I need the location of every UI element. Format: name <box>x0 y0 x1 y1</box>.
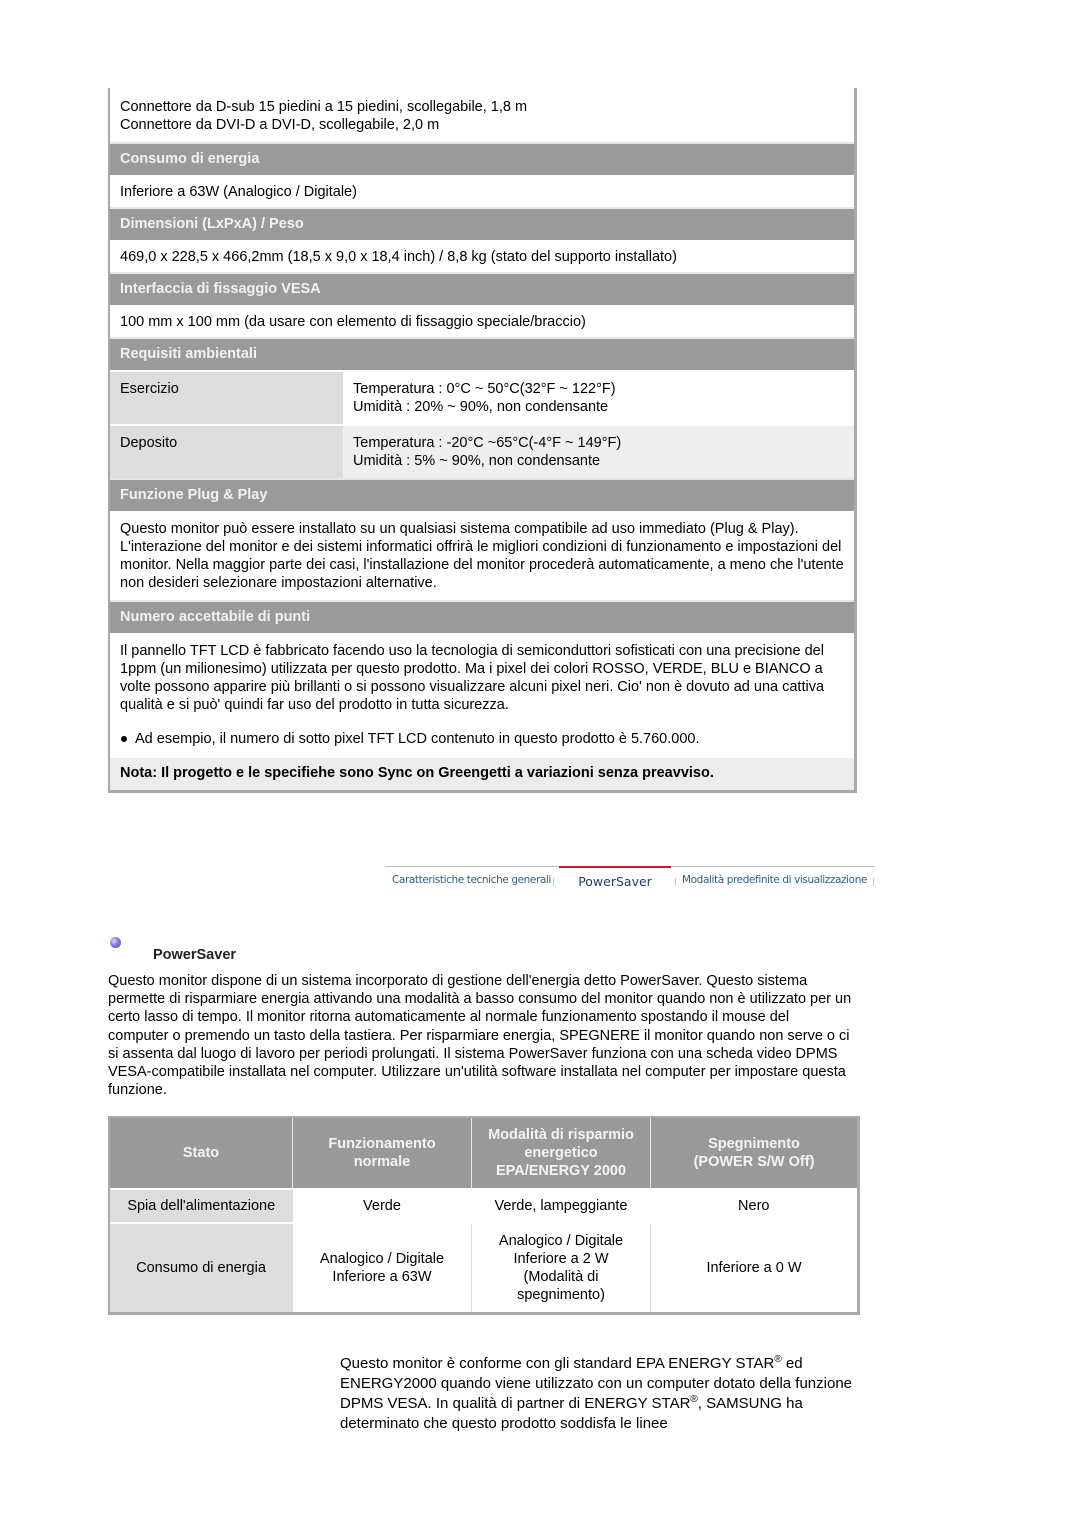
cell-line: Inferiore a 2 W <box>513 1251 609 1267</box>
power-consumption-header: Consumo di energia <box>110 142 854 175</box>
spec-note: Nota: Il progetto e le specifiehe sono S… <box>110 758 854 790</box>
cell-line: Analogico / Digitale <box>498 1233 624 1249</box>
cable-dsub: Connettore da D-sub 15 piedini a 15 pied… <box>120 99 528 115</box>
cell-line: Analogico / Digitale <box>319 1251 445 1267</box>
environment-label: Deposito <box>110 426 343 478</box>
tab-divider <box>873 878 874 886</box>
header-power-off: Spegnimento (POWER S/W Off) <box>650 1118 857 1189</box>
tab-powersaver[interactable]: PowerSaver <box>559 866 671 890</box>
cell-line: Inferiore a 63W <box>332 1269 432 1285</box>
pixels-bullet-item: Ad esempio, il numero di sotto pixel TFT… <box>110 722 854 758</box>
powersaver-title: PowerSaver <box>153 947 237 963</box>
environment-row-storage: Deposito Temperatura : -20°C ~65°C(-4°F … <box>110 424 854 478</box>
temperature-range: Temperatura : -20°C ~65°C(-4°F ~ 149°F) <box>353 435 622 451</box>
header-line: energetico <box>524 1145 598 1161</box>
energy-star-compliance: Questo monitor è conforme con gli standa… <box>340 1354 860 1434</box>
header-line: (POWER S/W Off) <box>693 1154 815 1170</box>
dimensions-header: Dimensioni (LxPxA) / Peso <box>110 207 854 240</box>
header-line: EPA/ENERGY 2000 <box>495 1163 627 1179</box>
header-line: Stato <box>182 1145 220 1161</box>
plug-play-header: Funzione Plug & Play <box>110 478 854 511</box>
table-row: Consumo di energia Analogico / Digitale … <box>110 1222 857 1312</box>
cell-line: Inferiore a 0 W <box>706 1260 802 1276</box>
tab-general-specs[interactable]: Caratteristiche tecniche generali <box>392 867 551 889</box>
header-line: Funzionamento <box>328 1136 436 1152</box>
header-saving-mode: Modalità di risparmio energetico EPA/ENE… <box>471 1118 651 1189</box>
header-normal: Funzionamento normale <box>292 1118 472 1189</box>
compliance-text: Questo monitor è conforme con gli standa… <box>340 1355 775 1372</box>
table-cell: Nero <box>650 1188 857 1223</box>
table-cell: Verde, lampeggiante <box>471 1188 651 1223</box>
section-nav: Caratteristiche tecniche generali PowerS… <box>385 866 875 891</box>
environment-row-operating: Esercizio Temperatura : 0°C ~ 50°C(32°F … <box>110 370 854 424</box>
environment-values: Temperatura : 0°C ~ 50°C(32°F ~ 122°F) U… <box>343 372 854 424</box>
environment-values: Temperatura : -20°C ~65°C(-4°F ~ 149°F) … <box>343 426 854 478</box>
table-cell: Inferiore a 0 W <box>650 1222 857 1312</box>
table-cell: Analogico / Digitale Inferiore a 2 W (Mo… <box>471 1222 651 1312</box>
temperature-range: Temperatura : 0°C ~ 50°C(32°F ~ 122°F) <box>353 381 616 397</box>
tab-divider <box>675 878 676 886</box>
header-line: Modalità di risparmio <box>488 1127 634 1143</box>
spec-table: Connettore da D-sub 15 piedini a 15 pied… <box>108 88 857 793</box>
tab-display-modes[interactable]: Modalità predefinite di visualizzazione <box>682 867 867 889</box>
round-bullet-icon <box>110 937 121 948</box>
header-line: Spegnimento <box>708 1136 800 1152</box>
tab-divider <box>553 878 554 886</box>
vesa-header: Interfaccia di fissaggio VESA <box>110 272 854 305</box>
environment-label: Esercizio <box>110 372 343 424</box>
row-label: Consumo di energia <box>110 1222 293 1312</box>
bullet-icon <box>121 736 127 742</box>
plug-play-text: Questo monitor può essere installato su … <box>120 521 844 591</box>
row-label: Spia dell'alimentazione <box>110 1188 293 1223</box>
powersaver-description: Questo monitor dispone di un sistema inc… <box>108 973 852 1099</box>
vesa-value: 100 mm x 100 mm (da usare con elemento d… <box>120 314 586 330</box>
cell-line: spegnimento) <box>517 1287 605 1303</box>
power-consumption-value: Inferiore a 63W (Analogico / Digitale) <box>120 184 357 200</box>
humidity-range: Umidità : 20% ~ 90%, non condensante <box>353 399 609 415</box>
table-cell: Analogico / Digitale Inferiore a 63W <box>292 1222 472 1312</box>
table-row: Spia dell'alimentazione Verde Verde, lam… <box>110 1188 857 1223</box>
cell-line: (Modalità di <box>523 1269 599 1285</box>
header-state: Stato <box>110 1118 293 1189</box>
pixels-bullet-text: Ad esempio, il numero di sotto pixel TFT… <box>135 731 700 747</box>
registered-mark: ® <box>774 1354 782 1365</box>
dimensions-value: 469,0 x 228,5 x 466,2mm (18,5 x 9,0 x 18… <box>120 249 677 265</box>
power-modes-table: Stato Funzionamento normale Modalità di … <box>108 1116 860 1315</box>
registered-mark: ® <box>690 1394 698 1405</box>
header-line: normale <box>353 1154 411 1170</box>
cables-section: Connettore da D-sub 15 piedini a 15 pied… <box>110 88 854 142</box>
environment-header: Requisiti ambientali <box>110 337 854 370</box>
humidity-range: Umidità : 5% ~ 90%, non condensante <box>353 453 601 469</box>
pixels-header: Numero accettabile di punti <box>110 600 854 633</box>
table-cell: Verde <box>292 1188 472 1223</box>
pixels-text: Il pannello TFT LCD è fabbricato facendo… <box>120 643 825 713</box>
cable-dvi: Connettore da DVI-D a DVI-D, scollegabil… <box>120 117 440 133</box>
